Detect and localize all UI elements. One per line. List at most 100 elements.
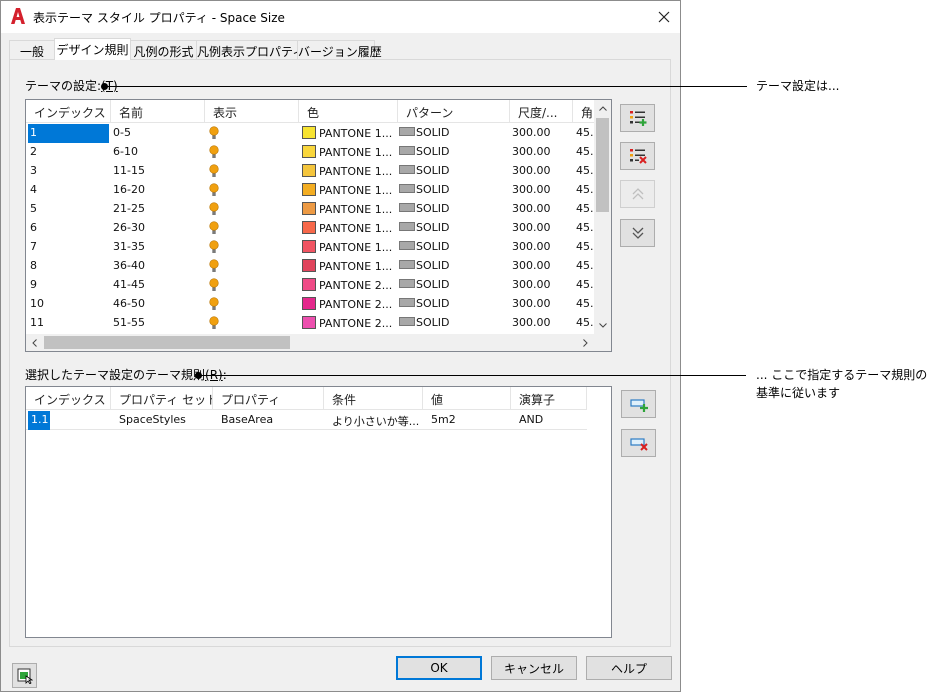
row-scale-cell[interactable]: 300.00 [512,162,570,181]
tab-legend-display-properties[interactable]: 凡例表示プロパティ [196,40,304,59]
theme-settings-horizontal-scrollbar[interactable] [26,334,594,351]
column-header-name[interactable]: 名前 [111,100,205,123]
remove-theme-setting-button[interactable] [620,142,655,170]
column-header-index[interactable]: インデックス [26,100,111,123]
row-name-cell[interactable]: 6-10 [113,143,201,162]
rule-value-cell[interactable]: 5m2 [431,411,509,430]
row-scale-cell[interactable]: 300.00 [512,314,570,333]
row-pattern-cell[interactable]: SOLID [399,295,507,314]
visibility-bulb-icon[interactable] [209,183,219,197]
row-angle-cell[interactable]: 45.0 [576,276,594,295]
row-scale-cell[interactable]: 300.00 [512,238,570,257]
row-name-cell[interactable]: 36-40 [113,257,201,276]
row-index-cell[interactable]: 2 [28,143,109,162]
row-index-cell[interactable]: 3 [28,162,109,181]
row-pattern-cell[interactable]: SOLID [399,257,507,276]
column-header-operator[interactable]: 演算子 [511,387,587,410]
row-color-cell[interactable]: PANTONE 1... [302,257,396,276]
row-scale-cell[interactable]: 300.00 [512,257,570,276]
table-row[interactable]: 626-30 PANTONE 1... SOLID 300.00 45.0 [26,219,594,238]
add-theme-setting-button[interactable] [620,104,655,132]
add-theme-rule-button[interactable] [621,390,656,418]
horizontal-scroll-thumb[interactable] [44,336,290,349]
row-pattern-cell[interactable]: SOLID [399,181,507,200]
visibility-bulb-icon[interactable] [209,145,219,159]
row-scale-cell[interactable]: 300.00 [512,143,570,162]
theme-settings-vertical-scrollbar[interactable] [594,100,611,334]
row-color-cell[interactable]: PANTONE 1... [302,124,396,143]
row-angle-cell[interactable]: 45.0 [576,257,594,276]
row-index-cell[interactable]: 4 [28,181,109,200]
row-index-cell[interactable]: 11 [28,314,109,333]
visibility-bulb-icon[interactable] [209,126,219,140]
visibility-bulb-icon[interactable] [209,240,219,254]
help-button[interactable]: ヘルプ [586,656,672,680]
visibility-bulb-icon[interactable] [209,297,219,311]
row-index-cell[interactable]: 8 [28,257,109,276]
row-angle-cell[interactable]: 45.0 [576,124,594,143]
row-pattern-cell[interactable]: SOLID [399,314,507,333]
row-pattern-cell[interactable]: SOLID [399,162,507,181]
table-row[interactable]: 731-35 PANTONE 1... SOLID 300.00 45.0 [26,238,594,257]
visibility-bulb-icon[interactable] [209,278,219,292]
row-index-cell[interactable]: 7 [28,238,109,257]
row-name-cell[interactable]: 26-30 [113,219,201,238]
visibility-bulb-icon[interactable] [209,316,219,330]
cancel-button[interactable]: キャンセル [491,656,577,680]
row-color-cell[interactable]: PANTONE 2... [302,276,396,295]
ok-button[interactable]: OK [396,656,482,680]
row-name-cell[interactable]: 16-20 [113,181,201,200]
row-name-cell[interactable]: 31-35 [113,238,201,257]
row-index-cell[interactable]: 5 [28,200,109,219]
column-header-pattern[interactable]: パターン [398,100,510,123]
column-header-scale[interactable]: 尺度/... [510,100,573,123]
row-index-cell[interactable]: 1 [28,124,109,143]
scroll-down-arrow-icon[interactable] [594,317,611,334]
row-name-cell[interactable]: 46-50 [113,295,201,314]
tab-legend-format[interactable]: 凡例の形式 [130,40,197,59]
row-scale-cell[interactable]: 300.00 [512,219,570,238]
tab-general[interactable]: 一般 [9,40,55,59]
column-header-rule-index[interactable]: インデックス [26,387,111,410]
table-row[interactable]: 311-15 PANTONE 1... SOLID 300.00 45.0 [26,162,594,181]
table-row[interactable]: 836-40 PANTONE 1... SOLID 300.00 45.0 [26,257,594,276]
row-name-cell[interactable]: 0-5 [113,124,201,143]
row-angle-cell[interactable]: 45.0 [576,200,594,219]
row-color-cell[interactable]: PANTONE 2... [302,295,396,314]
scroll-left-arrow-icon[interactable] [26,334,43,351]
row-angle-cell[interactable]: 45.0 [576,314,594,333]
row-color-cell[interactable]: PANTONE 1... [302,162,396,181]
column-header-property-set[interactable]: プロパティ セット... [111,387,213,410]
table-row[interactable]: 10-5 PANTONE 1... SOLID 300.00 45.0 [26,124,594,143]
rule-index-cell[interactable]: 1.1 [28,411,50,430]
visibility-bulb-icon[interactable] [209,202,219,216]
row-name-cell[interactable]: 21-25 [113,200,201,219]
row-name-cell[interactable]: 11-15 [113,162,201,181]
rule-property-set-cell[interactable]: SpaceStyles [119,411,211,430]
row-pattern-cell[interactable]: SOLID [399,238,507,257]
row-scale-cell[interactable]: 300.00 [512,124,570,143]
row-angle-cell[interactable]: 45.0 [576,238,594,257]
visibility-bulb-icon[interactable] [209,164,219,178]
row-pattern-cell[interactable]: SOLID [399,219,507,238]
column-header-display[interactable]: 表示 [205,100,299,123]
row-angle-cell[interactable]: 45.0 [576,162,594,181]
row-color-cell[interactable]: PANTONE 2... [302,314,396,333]
vertical-scroll-thumb[interactable] [596,118,609,212]
visibility-bulb-icon[interactable] [209,221,219,235]
row-pattern-cell[interactable]: SOLID [399,124,507,143]
row-scale-cell[interactable]: 300.00 [512,276,570,295]
row-scale-cell[interactable]: 300.00 [512,295,570,314]
row-pattern-cell[interactable]: SOLID [399,143,507,162]
row-angle-cell[interactable]: 45.0 [576,143,594,162]
row-angle-cell[interactable]: 45.0 [576,181,594,200]
close-button[interactable] [647,1,680,33]
visibility-bulb-icon[interactable] [209,259,219,273]
rule-operator-cell[interactable]: AND [519,411,585,430]
row-color-cell[interactable]: PANTONE 1... [302,200,396,219]
remove-theme-rule-button[interactable] [621,429,656,457]
row-angle-cell[interactable]: 45.0 [576,219,594,238]
display-manager-button[interactable] [12,663,37,688]
column-header-value[interactable]: 値 [423,387,511,410]
table-row[interactable]: 26-10 PANTONE 1... SOLID 300.00 45.0 [26,143,594,162]
